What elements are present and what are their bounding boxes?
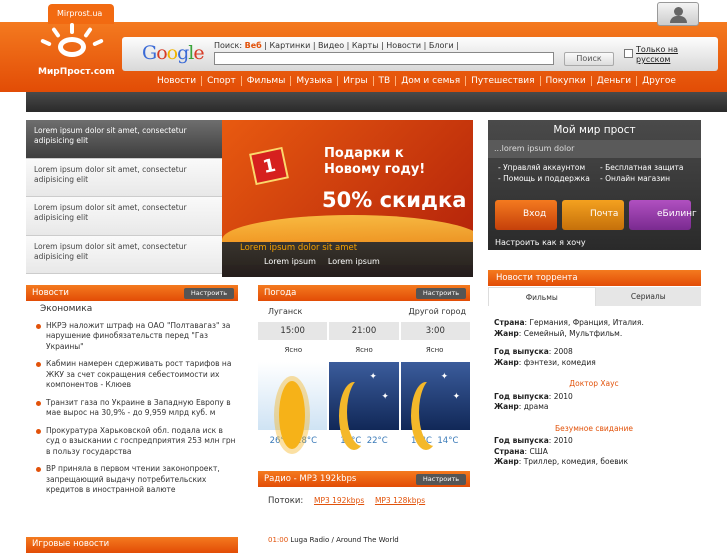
my-world-panel: Мой мир прост ...lorem ipsum dolor - Упр… [488, 120, 701, 250]
news-item[interactable]: Прокуратура Харьковской обл. подала иск … [26, 426, 238, 458]
main-nav: Новости Спорт Фильмы Музыка Игры ТВ Дом и семь… [152, 76, 681, 86]
other-city-link[interactable]: Другой город [408, 307, 466, 316]
nav-item[interactable]: Игры [337, 76, 372, 86]
nav-item[interactable]: Новости [152, 76, 201, 86]
torrent-field: Жанр: Триллер, комедия, боевик [494, 457, 629, 466]
torrent-field: Жанр: драма [494, 402, 549, 411]
search-type-others[interactable]: | Картинки | Видео | Карты | Новости | Б… [264, 41, 459, 50]
weather-city: Луганск [268, 307, 303, 316]
nav-item[interactable]: Покупки [539, 76, 591, 86]
news-item[interactable]: НКРЭ наложит штраф на ОАО "Полтавагаз" з… [26, 321, 238, 353]
my-world-links: - Управляй аккаунтом - Бесплатная защита … [498, 163, 684, 183]
forecast-condition: Ясно [284, 346, 303, 354]
google-logo: Google [142, 42, 205, 64]
nav-item[interactable]: Фильмы [240, 76, 291, 86]
user-icon [674, 7, 683, 16]
torrent-field: Год выпуска: 2010 [494, 436, 573, 445]
radio-box: Потоки: MP3 192kbps MP3 128kbps 01:00 Lu… [258, 471, 470, 544]
stream-link[interactable]: MP3 128kbps [375, 496, 425, 505]
header: Mirprost.ua МирПрост.com Google Поиск: В… [0, 0, 727, 115]
dark-strip [26, 92, 727, 112]
torrent-field: Жанр: Семейный, Мультфильм. [494, 328, 623, 338]
nav-item[interactable]: ТВ [372, 76, 396, 86]
forecast-time: 3:00 [400, 322, 470, 340]
weather-header: Погода Настроить [258, 285, 470, 301]
nav-item[interactable]: Другое [636, 76, 681, 86]
only-russian-checkbox[interactable] [624, 49, 633, 58]
promo-item[interactable]: Lorem ipsum dolor sit amet, consectetur … [26, 235, 222, 274]
torrent-movie-title[interactable]: Доктор Хаус [494, 379, 694, 390]
moon-icon: ✦ ✦ [400, 362, 470, 430]
banner-discount: 50% скидка [322, 188, 467, 212]
forecast-time: 15:00 [258, 322, 328, 340]
search-type-web[interactable]: Веб [245, 41, 262, 50]
gift-icon: 1 [249, 146, 289, 186]
customize-link[interactable]: Настроить как я хочу [495, 238, 586, 247]
promo-banner[interactable]: 1 Подарки к Новому году! 50% скидка Lore… [222, 120, 473, 277]
weather-configure-button[interactable]: Настроить [416, 288, 466, 299]
nav-item[interactable]: Путешествия [465, 76, 539, 86]
news-category[interactable]: Экономика [40, 304, 238, 315]
search-input[interactable] [214, 52, 554, 65]
torrent-movie-title[interactable]: Безумное свидание [494, 424, 694, 435]
forecast-condition: Ясно [355, 346, 373, 354]
my-world-subtitle: ...lorem ipsum dolor [488, 140, 701, 158]
radio-streams: Потоки: MP3 192kbps MP3 128kbps [268, 496, 426, 506]
news-header: Новости Настроить [26, 285, 238, 301]
search-button[interactable]: Поиск [564, 52, 614, 66]
now-playing[interactable]: 01:00 Luga Radio / Around The World [268, 536, 399, 544]
torrent-tabs: Фильмы Сериалы [488, 287, 701, 306]
my-world-title: Мой мир прост [553, 124, 636, 136]
torrent-field: Страна: США [494, 446, 548, 456]
moon-icon: ✦ ✦ [329, 362, 399, 430]
site-logo[interactable]: МирПрост.com [38, 23, 115, 79]
news-item[interactable]: Транзит газа по Украине в Западную Европ… [26, 398, 238, 419]
login-button[interactable]: Вход [495, 200, 557, 230]
nav-item[interactable]: Музыка [290, 76, 337, 86]
news-item[interactable]: ВР приняла в первом чтении законопроект,… [26, 464, 238, 496]
nav-item[interactable]: Дом и семья [395, 76, 465, 86]
promo-item[interactable]: Lorem ipsum dolor sit amet, consectetur … [26, 120, 222, 159]
game-news-header: Игровые новости [26, 537, 238, 553]
search-type-links: Поиск: Веб | Картинки | Видео | Карты | … [214, 41, 459, 50]
promo-item[interactable]: Lorem ipsum dolor sit amet, consectetur … [26, 197, 222, 236]
promo-list: Lorem ipsum dolor sit amet, consectetur … [26, 120, 222, 274]
torrent-list: Страна: Германия, Франция, Италия. Жанр: … [494, 318, 694, 468]
forecast-condition: Ясно [425, 346, 444, 354]
torrent-field: Год выпуска: 2010 [494, 391, 573, 401]
nav-item[interactable]: Спорт [201, 76, 241, 86]
logo-text: МирПрост.com [38, 67, 115, 77]
news-configure-button[interactable]: Настроить [184, 288, 234, 299]
sun-icon [258, 362, 328, 449]
forecast-time: 21:00 [329, 322, 399, 340]
torrent-field: Жанр: фэнтези, комедия [494, 357, 596, 367]
stream-link[interactable]: MP3 192kbps [314, 496, 364, 505]
google-search-box: Google Поиск: Веб | Картинки | Видео | К… [122, 37, 718, 71]
nav-item[interactable]: Деньги [590, 76, 636, 86]
only-russian-label[interactable]: Только на русском [636, 45, 688, 65]
torrent-field: Год выпуска: 2008 [494, 347, 573, 356]
banner-caption: Lorem ipsum dolor sit amet [240, 243, 358, 253]
ebilling-button[interactable]: eБилинг [629, 200, 697, 230]
promo-item[interactable]: Lorem ipsum dolor sit amet, consectetur … [26, 158, 222, 197]
mail-button[interactable]: Почта [562, 200, 624, 230]
weather-box: Луганск Другой город 15:00 21:00 3:00 Яс… [258, 301, 470, 449]
banner-bullets: Lorem ipsum Lorem ipsum [264, 257, 380, 266]
user-button[interactable] [657, 2, 699, 26]
news-box: Экономика НКРЭ наложит штраф на ОАО "Пол… [26, 301, 238, 503]
news-item[interactable]: Кабмин намерен сдерживать рост тарифов н… [26, 359, 238, 391]
banner-headline: Подарки к Новому году! [324, 146, 426, 177]
torrent-field: Страна: Германия, Франция, Италия. [494, 318, 644, 327]
torrent-news-header: Новости торрента [488, 270, 701, 286]
eye-icon [58, 37, 86, 57]
tab-series[interactable]: Сериалы [595, 287, 701, 306]
site-tab[interactable]: Mirprost.ua [48, 4, 114, 24]
tab-movies[interactable]: Фильмы [488, 287, 596, 306]
